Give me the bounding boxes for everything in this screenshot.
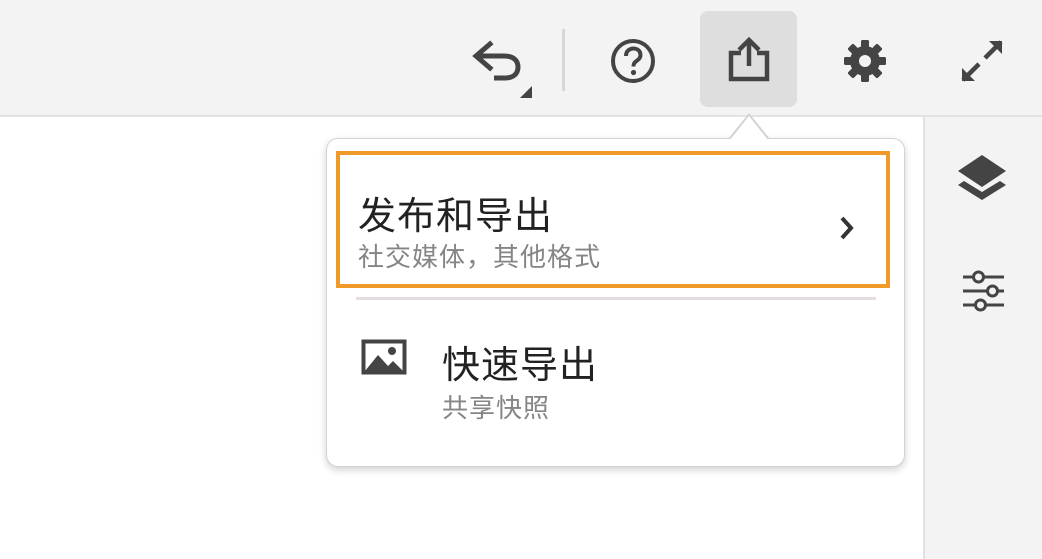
help-icon <box>611 39 655 83</box>
publish-and-export-title: 发布和导出 <box>358 194 554 238</box>
layers-button[interactable] <box>948 148 1016 208</box>
help-button[interactable] <box>603 32 663 90</box>
gear-icon <box>844 40 886 82</box>
sliders-icon <box>963 270 1004 312</box>
image-icon <box>361 339 407 375</box>
layers-icon <box>958 155 1006 200</box>
chevron-right-icon <box>840 216 854 240</box>
quick-export-subtitle: 共享快照 <box>442 394 551 424</box>
undo-icon <box>472 40 532 98</box>
toolbar-divider <box>562 29 565 91</box>
fullscreen-button[interactable] <box>952 32 1012 90</box>
settings-button[interactable] <box>835 32 895 90</box>
fullscreen-icon <box>961 40 1003 82</box>
share-menu-arrow-fill <box>730 116 768 140</box>
publish-and-export-subtitle: 社交媒体，其他格式 <box>358 243 602 273</box>
share-icon <box>728 36 769 82</box>
adjust-button[interactable] <box>952 266 1014 316</box>
publish-and-export-item[interactable]: 发布和导出 社交媒体，其他格式 <box>336 151 890 288</box>
undo-button[interactable] <box>466 34 536 100</box>
menu-divider <box>356 297 876 300</box>
quick-export-title: 快速导出 <box>442 343 599 387</box>
quick-export-item[interactable]: 快速导出 共享快照 <box>336 302 890 452</box>
share-button[interactable] <box>700 11 797 107</box>
